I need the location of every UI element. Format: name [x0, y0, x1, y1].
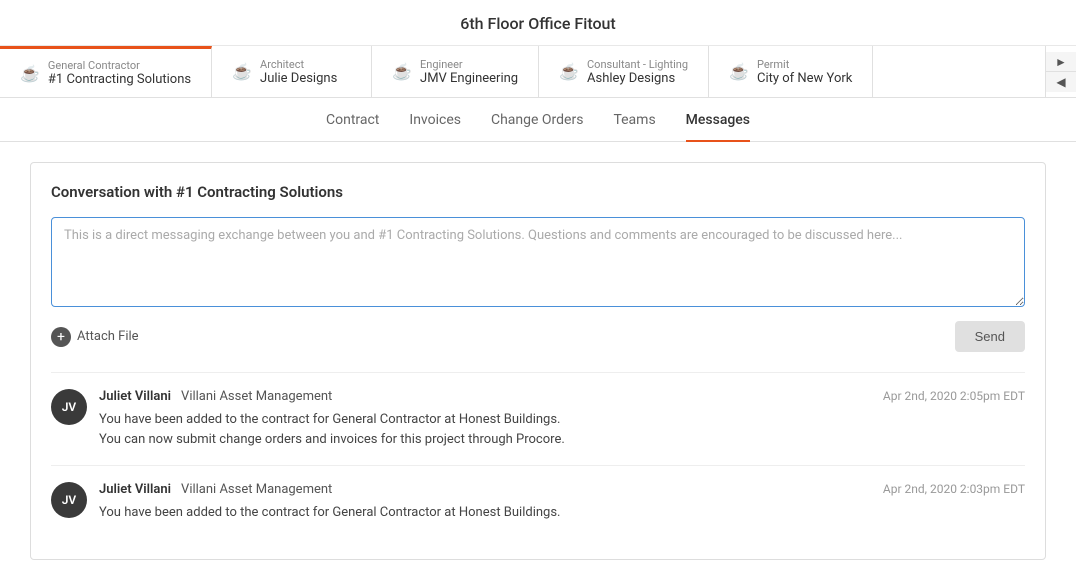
tab-nav-buttons: ► ◀: [1045, 46, 1076, 97]
contractor-tab-eng[interactable]: ☕ Engineer JMV Engineering: [372, 46, 539, 97]
contractor-tab-icon: ☕: [729, 62, 749, 81]
contractor-tab-role: General Contractor: [48, 59, 191, 72]
message-header: Juliet Villani Villani Asset Management …: [99, 389, 1025, 404]
contractor-tabs: ☕ General Contractor #1 Contracting Solu…: [0, 46, 1076, 98]
contractor-tab-role: Permit: [757, 58, 852, 71]
contractor-tab-role: Architect: [260, 58, 337, 71]
attach-file-button[interactable]: + Attach File: [51, 327, 139, 347]
contractor-tab-name: JMV Engineering: [420, 71, 518, 86]
contractor-tab-icon: ☕: [559, 62, 579, 81]
message-input[interactable]: [51, 217, 1025, 307]
message-time: Apr 2nd, 2020 2:05pm EDT: [883, 389, 1025, 403]
contractor-tab-permit[interactable]: ☕ Permit City of New York: [709, 46, 873, 97]
nav-tab-messages[interactable]: Messages: [686, 112, 750, 142]
message-body: Juliet Villani Villani Asset Management …: [99, 389, 1025, 449]
sender-org: Villani Asset Management: [181, 389, 332, 404]
main-content: Conversation with #1 Contracting Solutio…: [0, 142, 1076, 580]
contractor-tab-icon: ☕: [232, 62, 252, 81]
nav-tab-invoices[interactable]: Invoices: [409, 112, 461, 142]
message-item: JV Juliet Villani Villani Asset Manageme…: [51, 465, 1025, 539]
conversation-title: Conversation with #1 Contracting Solutio…: [51, 183, 1025, 201]
nav-tab-change-orders[interactable]: Change Orders: [491, 112, 583, 142]
message-item: JV Juliet Villani Villani Asset Manageme…: [51, 372, 1025, 465]
contractor-tab-icon: ☕: [20, 64, 40, 83]
message-body: Juliet Villani Villani Asset Management …: [99, 482, 1025, 523]
attach-file-label: Attach File: [77, 329, 139, 344]
contractor-tab-name: City of New York: [757, 71, 852, 86]
sender-org: Villani Asset Management: [181, 482, 332, 497]
contractor-tab-role: Consultant - Lighting: [587, 58, 688, 71]
message-text: You have been added to the contract for …: [99, 410, 1025, 430]
contractor-tab-name: #1 Contracting Solutions: [48, 72, 191, 87]
attach-icon: +: [51, 327, 71, 347]
tab-nav-prev[interactable]: ◀: [1046, 72, 1076, 92]
nav-tab-teams[interactable]: Teams: [613, 112, 655, 142]
nav-tab-contract[interactable]: Contract: [326, 112, 379, 142]
message-time: Apr 2nd, 2020 2:03pm EDT: [883, 482, 1025, 496]
contractor-tab-name: Ashley Designs: [587, 71, 688, 86]
tab-nav-next[interactable]: ►: [1046, 52, 1076, 72]
contractor-tab-icon: ☕: [392, 62, 412, 81]
contractor-tab-role: Engineer: [420, 58, 518, 71]
sender-name: Juliet Villani: [99, 389, 171, 404]
contractor-tab-arch[interactable]: ☕ Architect Julie Designs: [212, 46, 372, 97]
nav-tabs: Contract Invoices Change Orders Teams Messag…: [0, 98, 1076, 142]
messages-list: JV Juliet Villani Villani Asset Manageme…: [51, 372, 1025, 539]
conversation-card: Conversation with #1 Contracting Solutio…: [30, 162, 1046, 560]
page-title: 6th Floor Office Fitout: [0, 0, 1076, 46]
message-header: Juliet Villani Villani Asset Management …: [99, 482, 1025, 497]
avatar: JV: [51, 482, 87, 518]
avatar: JV: [51, 389, 87, 425]
message-actions: + Attach File Send: [51, 321, 1025, 352]
send-button[interactable]: Send: [955, 321, 1025, 352]
sender-name: Juliet Villani: [99, 482, 171, 497]
contractor-tab-name: Julie Designs: [260, 71, 337, 86]
contractor-tab-gc[interactable]: ☕ General Contractor #1 Contracting Solu…: [0, 46, 212, 97]
message-text: You can now submit change orders and inv…: [99, 430, 1025, 450]
contractor-tab-consult[interactable]: ☕ Consultant - Lighting Ashley Designs: [539, 46, 709, 97]
